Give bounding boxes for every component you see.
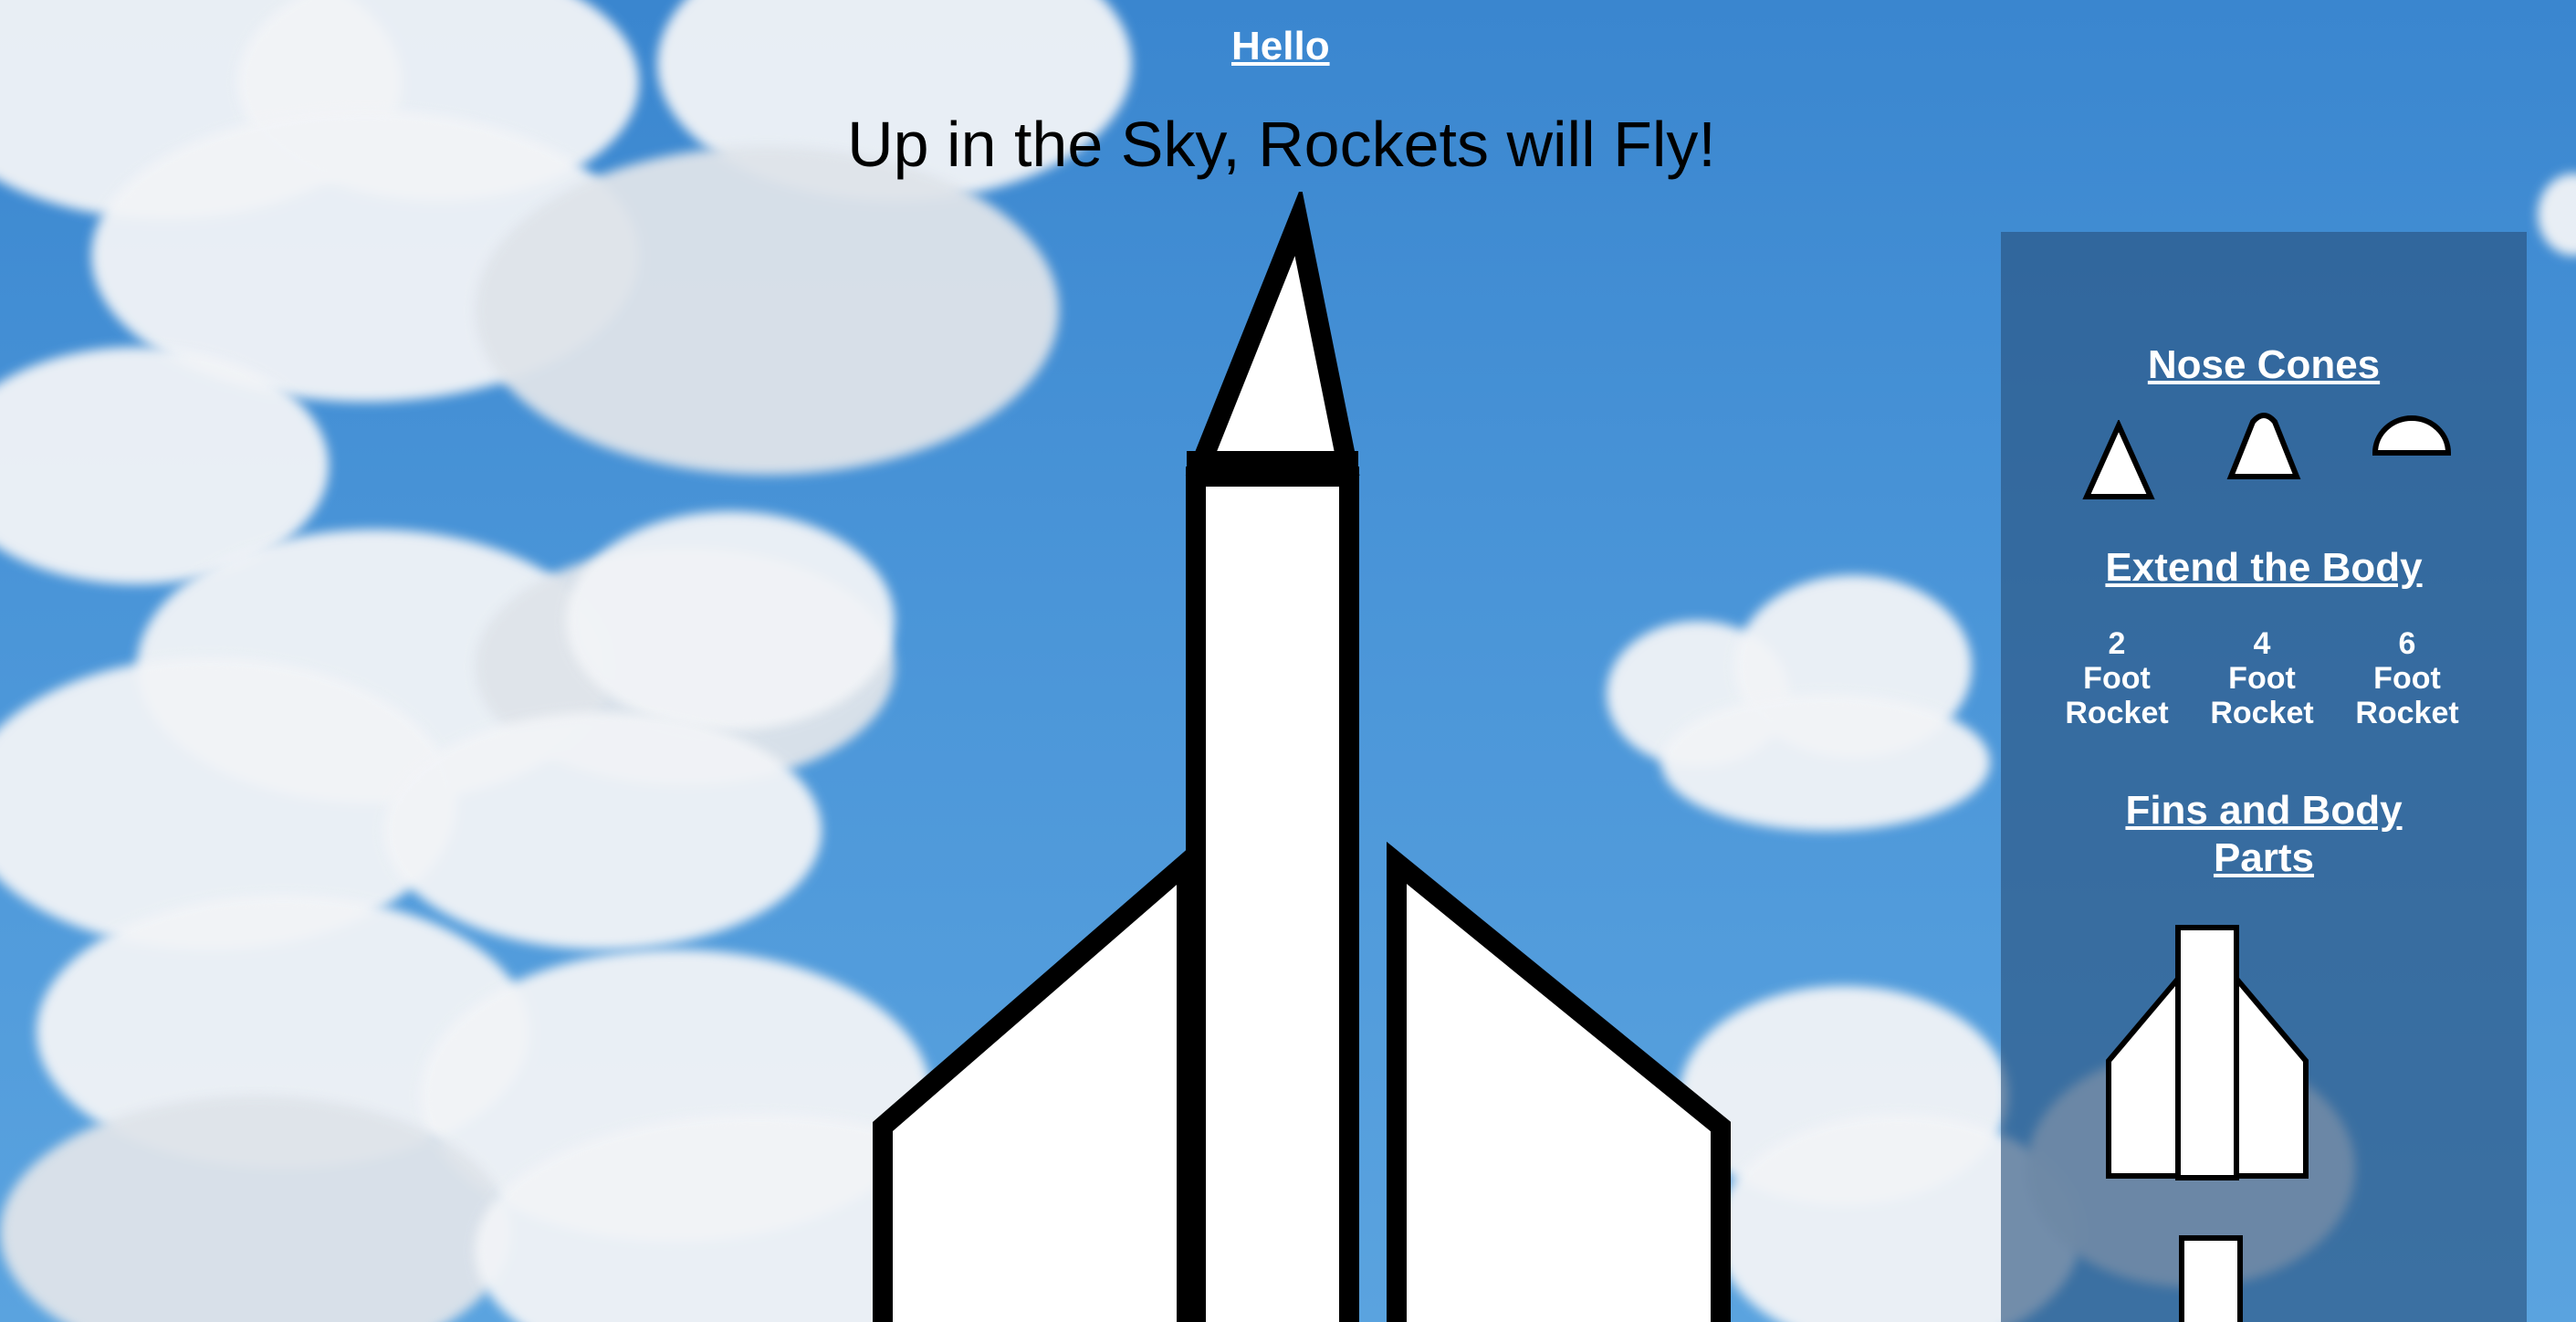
left-fin-icon xyxy=(873,840,1197,1322)
rocket-canvas xyxy=(873,192,1731,1322)
length-number: 6 xyxy=(2398,626,2416,661)
length-number: 4 xyxy=(2253,626,2271,661)
six-foot-rocket-button[interactable]: 6 Foot Rocket xyxy=(2348,626,2466,730)
fins-body-icon[interactable] xyxy=(2101,924,2320,1183)
pointed-cone-icon[interactable] xyxy=(2081,420,2156,502)
body-tube-icon[interactable] xyxy=(2178,1234,2244,1322)
rounded-tip-cone-icon[interactable] xyxy=(2225,411,2302,482)
two-foot-rocket-button[interactable]: 2 Foot Rocket xyxy=(2058,626,2176,730)
sky-background: Hello Up in the Sky, Rockets will Fly! N… xyxy=(0,0,2576,1322)
parts-sidebar: Nose Cones Extend the Body 2 Foot Rocket… xyxy=(2001,232,2527,1322)
hello-link[interactable]: Hello xyxy=(1231,24,1330,69)
cone-band-icon xyxy=(1187,451,1358,482)
length-unit: Foot xyxy=(2083,661,2151,696)
length-number: 2 xyxy=(2108,626,2126,661)
page-title: Up in the Sky, Rockets will Fly! xyxy=(847,109,1716,180)
length-unit: Foot xyxy=(2228,661,2296,696)
nose-cone-icon xyxy=(1185,192,1360,476)
length-noun: Rocket xyxy=(2210,696,2314,730)
length-noun: Rocket xyxy=(2065,696,2169,730)
four-foot-rocket-button[interactable]: 4 Foot Rocket xyxy=(2203,626,2321,730)
length-noun: Rocket xyxy=(2355,696,2459,730)
length-unit: Foot xyxy=(2373,661,2441,696)
right-fin-icon xyxy=(1387,841,1731,1322)
dome-cone-icon[interactable] xyxy=(2370,413,2454,458)
extend-body-heading[interactable]: Extend the Body xyxy=(2001,544,2527,592)
nose-cones-heading[interactable]: Nose Cones xyxy=(2001,341,2527,389)
fins-body-heading[interactable]: Fins and Body Parts xyxy=(2110,787,2417,882)
rocket-body-icon xyxy=(1186,467,1359,1322)
